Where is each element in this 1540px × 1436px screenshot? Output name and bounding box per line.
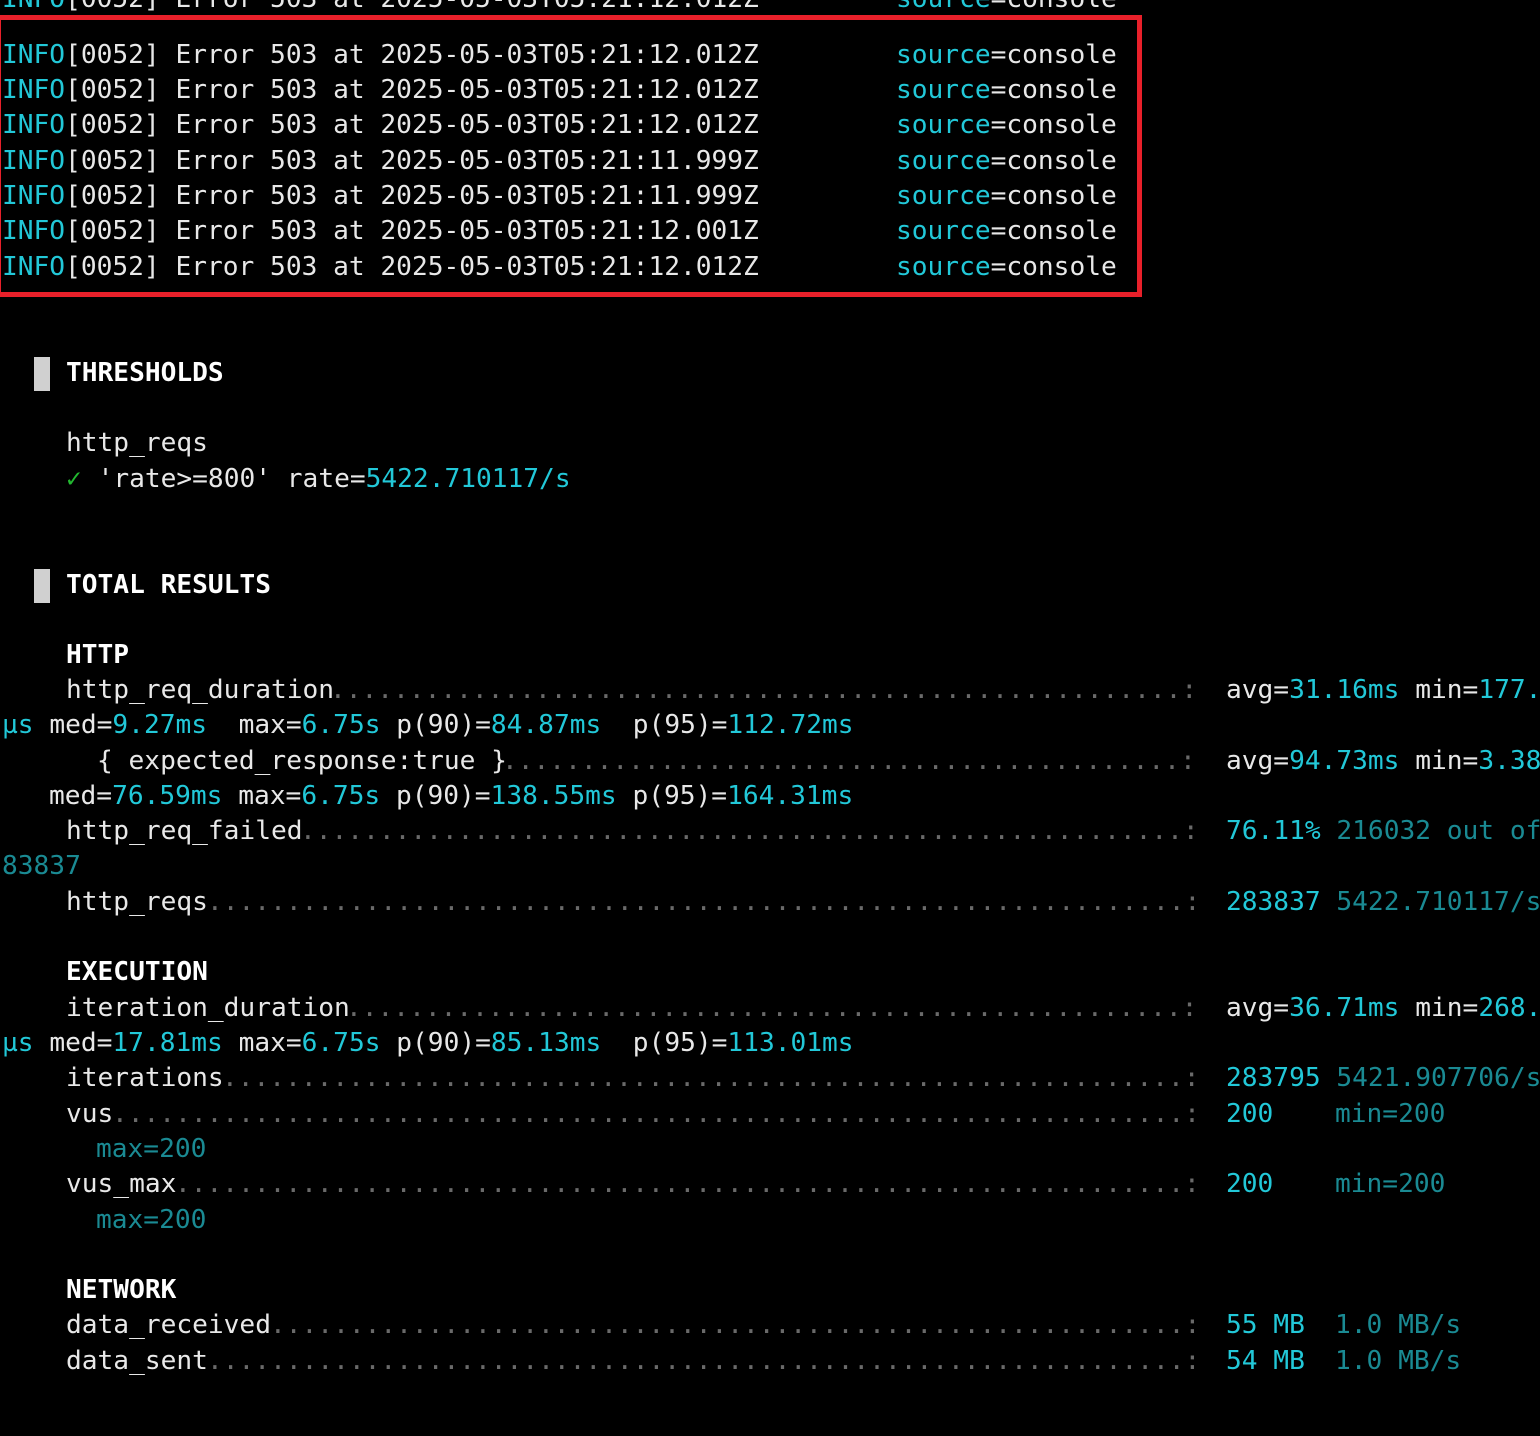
threshold-metric: http_reqs xyxy=(66,428,208,458)
metric-value-wrap: µs med=17.81ms max=6.75s p(90)=85.13ms p… xyxy=(2,1028,854,1058)
metric-min: min=200 xyxy=(1335,1099,1446,1129)
total-results-heading: TOTAL RESULTS xyxy=(66,570,271,600)
metric-name: http_reqs xyxy=(66,887,208,917)
metric-value: 54 MB xyxy=(1226,1346,1305,1376)
metric-min: min=200 xyxy=(1335,1169,1446,1199)
section-marker xyxy=(34,357,50,391)
metric-value: avg=36.71ms min=268. xyxy=(1226,993,1540,1023)
highlight-box xyxy=(0,15,1142,297)
metric-name: data_sent xyxy=(66,1346,208,1376)
metric-name: vus xyxy=(66,1099,114,1129)
metric-name: data_received xyxy=(66,1310,271,1340)
metric-value-wrap: µs med=9.27ms max=6.75s p(90)=84.87ms p(… xyxy=(2,710,854,740)
metric-name: iterations xyxy=(66,1063,224,1093)
metric-rate: 1.0 MB/s xyxy=(1335,1310,1462,1340)
dot-leader: ........................................… xyxy=(346,993,1198,1023)
dot-leader: ........................................… xyxy=(300,816,1199,846)
http-heading: HTTP xyxy=(66,640,130,670)
metric-value: 283837 5422.710117/s xyxy=(1226,887,1540,917)
metric-value: 283795 5421.907706/s xyxy=(1226,1063,1540,1093)
metric-value-wrap: 83837 xyxy=(2,851,81,881)
log-message: Error 503 at 2025-05-03T05:21:12.012Z xyxy=(175,0,758,14)
metric-max: max=200 xyxy=(96,1205,207,1235)
log-level: INFO xyxy=(2,0,65,14)
dot-leader: ........................................… xyxy=(112,1099,1200,1129)
dot-leader: ........................................… xyxy=(502,746,1196,776)
dot-leader: ........................................… xyxy=(222,1063,1200,1093)
metric-name: vus_max xyxy=(66,1169,177,1199)
network-heading: NETWORK xyxy=(66,1275,177,1305)
rate-label: rate= xyxy=(286,464,366,494)
metric-max: max=200 xyxy=(96,1134,207,1164)
rate-value: 5422.710117/s xyxy=(365,464,571,494)
metric-rate: 1.0 MB/s xyxy=(1335,1346,1462,1376)
dot-leader: ........................................… xyxy=(207,887,1201,917)
metric-value: 55 MB xyxy=(1226,1310,1305,1340)
dot-leader: ........................................… xyxy=(207,1346,1201,1376)
threshold-condition: 'rate>=800' xyxy=(97,464,271,494)
metric-value: 200 xyxy=(1226,1099,1274,1129)
metric-value: avg=94.73ms min=3.38 xyxy=(1226,746,1540,776)
metric-name: { expected_response:true } xyxy=(97,746,507,776)
dot-leader: ........................................… xyxy=(175,1169,1200,1199)
metric-name: http_req_failed xyxy=(66,816,303,846)
section-marker xyxy=(34,569,50,603)
threshold-line: ✓ 'rate>=800' rate=5422.710117/s xyxy=(66,462,571,497)
metric-name: http_req_duration xyxy=(66,675,335,705)
dot-leader: ........................................… xyxy=(330,675,1198,705)
metric-value: 200 xyxy=(1226,1169,1274,1199)
metric-value: avg=31.16ms min=177. xyxy=(1226,675,1540,705)
log-code: [0052] xyxy=(65,0,175,14)
dot-leader: ........................................… xyxy=(270,1310,1201,1340)
metric-name: iteration_duration xyxy=(66,993,350,1023)
metric-value: 76.11% 216032 out of xyxy=(1226,816,1540,846)
check-icon: ✓ xyxy=(66,464,82,494)
thresholds-heading: THRESHOLDS xyxy=(66,358,224,388)
metric-value-wrap: med=76.59ms max=6.75s p(90)=138.55ms p(9… xyxy=(49,781,854,811)
execution-heading: EXECUTION xyxy=(66,957,208,987)
